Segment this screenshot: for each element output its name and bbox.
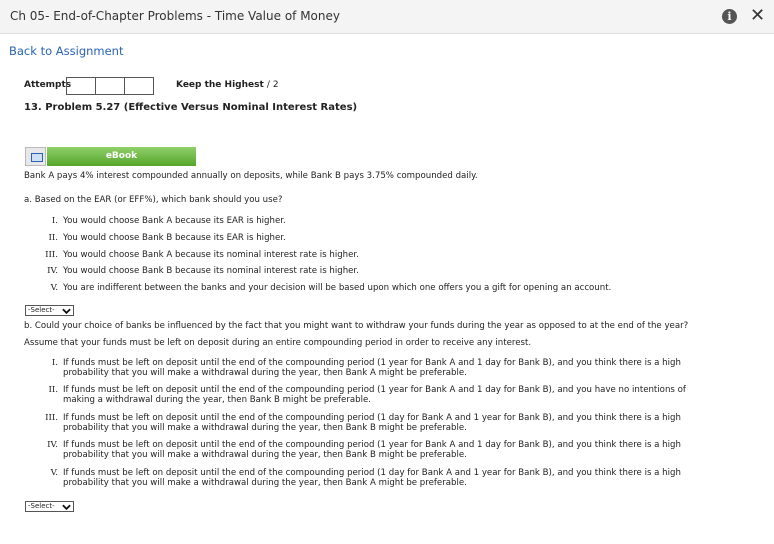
close-icon[interactable]: ✕ <box>750 6 765 26</box>
info-icon[interactable]: i <box>722 9 737 24</box>
chevron-down-icon <box>62 308 71 315</box>
problem-intro: Bank A pays 4% interest compounded annua… <box>24 171 478 181</box>
keep-highest-label: Keep the Highest / 2 <box>176 80 279 90</box>
ebook-label[interactable]: eBook <box>47 147 196 166</box>
problem-title: 13. Problem 5.27 (Effective Versus Nomin… <box>24 102 358 113</box>
part-b-select[interactable]: -Select- <box>25 501 74 512</box>
window-title: Ch 05- End-of-Chapter Problems - Time Va… <box>10 9 340 23</box>
window-titlebar: Ch 05- End-of-Chapter Problems - Time Va… <box>0 0 774 34</box>
part-b-question-line1: b. Could your choice of banks be influen… <box>24 321 689 331</box>
part-a-select[interactable]: -Select- <box>25 305 74 316</box>
book-icon <box>25 147 46 166</box>
chevron-down-icon <box>62 504 71 511</box>
back-to-assignment-link[interactable]: Back to Assignment <box>9 44 123 58</box>
part-b-question-line2: Assume that your funds must be left on d… <box>24 338 532 348</box>
part-a-question: a. Based on the EAR (or EFF%), which ban… <box>24 195 283 205</box>
ebook-button[interactable]: eBook <box>25 147 196 166</box>
attempts-label: Attempts <box>24 80 72 90</box>
attempts-boxes <box>66 77 154 95</box>
